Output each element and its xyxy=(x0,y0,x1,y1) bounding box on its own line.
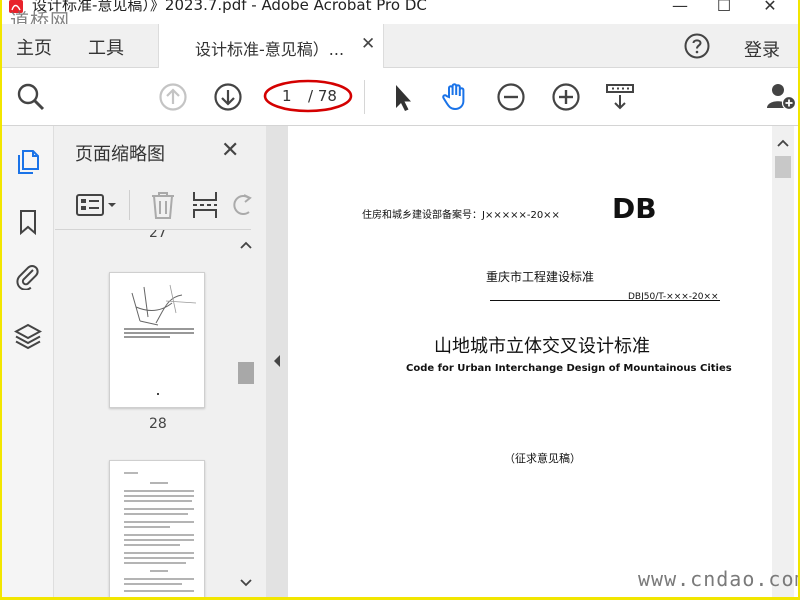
close-tab-icon[interactable]: ✕ xyxy=(361,34,375,54)
toolbar-divider xyxy=(364,80,365,114)
document-title-en: Code for Urban Interchange Design of Mou… xyxy=(406,363,732,374)
document-view[interactable]: 住房和城乡建设部备案号：J×××××-20×× DB 重庆市工程建设标准 DBJ… xyxy=(288,126,798,597)
rotate-page-icon[interactable] xyxy=(231,192,253,218)
page-thumbnail[interactable] xyxy=(109,460,205,597)
hand-tool-icon[interactable] xyxy=(440,81,470,111)
acrobat-window: 设计标准-意见稿）》2023.7.pdf - Adobe Acrobat Pro… xyxy=(2,0,798,597)
watermark-bottom-right: www.cndao.com xyxy=(638,567,798,591)
extract-page-icon[interactable] xyxy=(191,190,219,220)
close-window-button[interactable]: ✕ xyxy=(748,0,792,20)
page-thumbnails-icon[interactable] xyxy=(14,148,42,176)
delete-page-icon[interactable] xyxy=(149,190,177,220)
thumbnail-toolbar xyxy=(55,178,253,230)
thumbnails-scroll-thumb[interactable] xyxy=(238,362,254,384)
draft-note: （征求意见稿） xyxy=(504,452,581,465)
red-highlight-ellipse xyxy=(263,79,353,113)
collapse-panel-icon[interactable] xyxy=(272,354,282,368)
close-panel-icon[interactable]: ✕ xyxy=(221,138,239,163)
left-navigation-rail xyxy=(2,126,54,597)
attachment-icon[interactable] xyxy=(14,262,42,290)
document-tab-label: 设计标准-意见稿）... xyxy=(195,40,345,59)
add-user-icon[interactable] xyxy=(766,81,796,111)
home-menu[interactable]: 主页 xyxy=(16,34,52,60)
document-tab[interactable]: 设计标准-意见稿）... ✕ xyxy=(158,24,384,68)
db-mark: DB xyxy=(612,192,657,225)
title-bar: 设计标准-意见稿）》2023.7.pdf - Adobe Acrobat Pro… xyxy=(2,0,798,32)
document-scrollbar[interactable] xyxy=(772,126,794,597)
document-scroll-thumb[interactable] xyxy=(775,156,791,178)
restore-button[interactable]: ☐ xyxy=(702,0,746,20)
page-thumbnail[interactable] xyxy=(109,272,205,408)
standard-code: DBJ50/T-×××-20×× xyxy=(628,292,719,302)
thumbnail-toolbar-divider xyxy=(129,190,130,220)
zoom-out-icon[interactable] xyxy=(496,82,526,112)
window-title: 设计标准-意见稿）》2023.7.pdf - Adobe Acrobat Pro… xyxy=(32,0,427,14)
page-thumbnails-panel: 页面缩略图 ✕ 27 28 xyxy=(55,126,265,597)
bookmark-icon[interactable] xyxy=(14,208,42,236)
menu-bar: 主页 工具 设计标准-意见稿）... ✕ 登录 xyxy=(2,24,798,68)
scroll-down-icon[interactable] xyxy=(239,578,253,588)
select-cursor-icon[interactable] xyxy=(388,82,418,112)
standard-authority: 重庆市工程建设标准 xyxy=(486,270,595,284)
toolbar: 1 / 78 xyxy=(2,68,798,126)
scroll-mode-icon[interactable] xyxy=(605,82,635,112)
login-link[interactable]: 登录 xyxy=(744,36,780,62)
thumbnail-options-icon[interactable] xyxy=(75,192,119,218)
thumbnail-page-28-content xyxy=(124,284,197,395)
scroll-up-icon[interactable] xyxy=(776,138,790,148)
help-icon[interactable] xyxy=(684,33,710,59)
search-icon[interactable] xyxy=(16,82,46,112)
previous-page-icon[interactable] xyxy=(158,82,188,112)
record-number: 住房和城乡建设部备案号：J×××××-20×× xyxy=(362,210,560,221)
minimize-button[interactable]: — xyxy=(658,0,702,20)
document-title-cn: 山地城市立体交叉设计标准 xyxy=(434,336,650,357)
scroll-up-icon[interactable] xyxy=(239,240,253,250)
next-page-icon[interactable] xyxy=(213,82,243,112)
thumbnail-page-29-content xyxy=(124,472,194,592)
tools-menu[interactable]: 工具 xyxy=(88,34,124,60)
thumbnails-panel-title: 页面缩略图 xyxy=(75,144,165,165)
panel-collapse-strip[interactable] xyxy=(266,126,288,597)
zoom-in-icon[interactable] xyxy=(551,82,581,112)
thumbnail-label-27: 27 xyxy=(149,230,167,241)
thumbnail-label-28: 28 xyxy=(149,416,167,432)
layers-icon[interactable] xyxy=(14,322,42,350)
thumbnails-scrollbar[interactable] xyxy=(235,236,257,594)
